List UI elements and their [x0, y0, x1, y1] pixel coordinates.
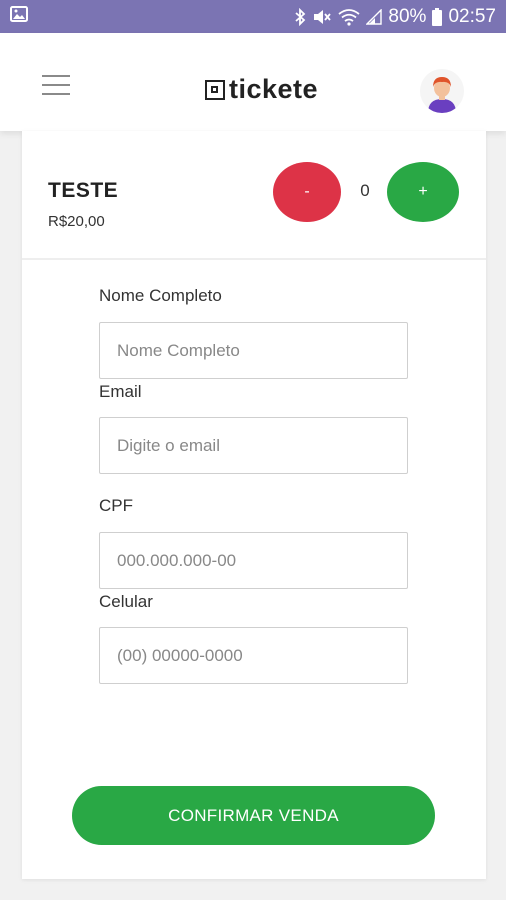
wifi-icon — [338, 8, 360, 26]
status-bar: 80% 02:57 — [0, 0, 506, 33]
increment-button[interactable]: + — [387, 162, 459, 222]
product-name: TESTE — [48, 179, 119, 202]
product-price: R$20,00 — [48, 213, 105, 230]
full-name-label: Nome Completo — [99, 286, 222, 305]
email-input[interactable] — [99, 417, 408, 474]
user-avatar[interactable] — [420, 69, 464, 113]
app-logo: tickete — [205, 76, 318, 103]
cpf-input[interactable] — [99, 532, 408, 589]
full-name-input[interactable] — [99, 322, 408, 379]
signal-icon — [366, 8, 383, 25]
gallery-notification-icon — [10, 6, 28, 27]
phone-label: Celular — [99, 592, 153, 611]
phone-input[interactable] — [99, 627, 408, 684]
quantity-value: 0 — [360, 181, 370, 200]
menu-icon[interactable] — [42, 75, 70, 95]
bluetooth-icon — [294, 7, 306, 26]
sale-card: TESTE R$20,00 - 0 + Nome Completo Email … — [22, 131, 486, 879]
user-avatar-icon — [428, 77, 456, 113]
cpf-label: CPF — [99, 496, 133, 515]
confirm-sale-button[interactable]: CONFIRMAR VENDA — [72, 786, 435, 845]
email-label: Email — [99, 382, 142, 401]
product-row: TESTE R$20,00 - 0 + — [22, 131, 486, 260]
app-header: tickete — [0, 33, 506, 131]
mute-icon — [312, 8, 332, 26]
logo-text: tickete — [229, 74, 319, 104]
logo-mark-icon — [205, 79, 225, 100]
clock-time: 02:57 — [448, 5, 496, 27]
decrement-button[interactable]: - — [273, 162, 341, 222]
battery-percent: 80% — [388, 5, 427, 27]
battery-icon — [432, 7, 443, 26]
